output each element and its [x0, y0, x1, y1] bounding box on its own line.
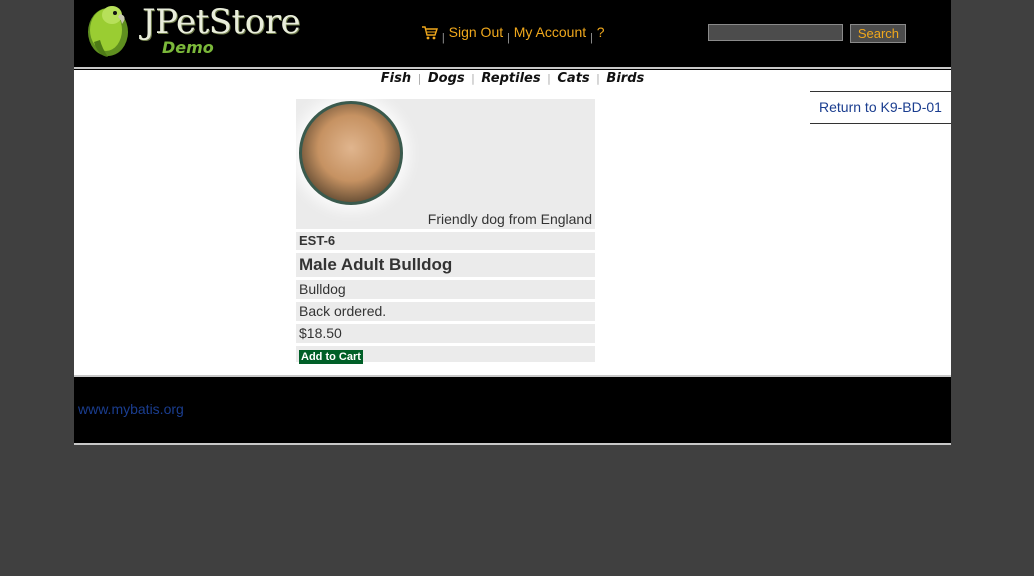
logo-title: JPetStore — [142, 2, 301, 42]
item-name: Male Adult Bulldog — [296, 253, 595, 277]
return-link[interactable]: Return to K9-BD-01 — [819, 99, 942, 115]
quicklink-separator: | — [471, 72, 475, 85]
header: JPetStore Demo | Sign Out | My Account |… — [74, 0, 951, 67]
header-menu: | Sign Out | My Account | ? — [422, 24, 605, 44]
quicklink-reptiles[interactable]: Reptiles — [481, 71, 540, 86]
search-form: Search — [708, 24, 907, 43]
menu-separator: | — [441, 32, 445, 44]
mybatis-link[interactable]: www.mybatis.org — [78, 401, 184, 417]
quicklink-dogs[interactable]: Dogs — [428, 71, 465, 86]
logo-subtitle: Demo — [162, 38, 214, 57]
quicklink-separator: | — [417, 72, 422, 85]
back-link-box: Return to K9-BD-01 — [810, 91, 951, 124]
quicklink-birds[interactable]: Birds — [606, 71, 644, 86]
search-button[interactable]: Search — [850, 24, 907, 43]
item-stock: Back ordered. — [296, 302, 595, 321]
cart-link[interactable] — [422, 24, 442, 40]
quicklink-cats[interactable]: Cats — [557, 71, 589, 86]
quicklink-separator: | — [547, 72, 551, 85]
item-product: Bulldog — [296, 280, 595, 299]
quick-links: Fish | Dogs | Reptiles | Cats | Birds — [74, 71, 951, 86]
parrot-logo-icon — [88, 6, 128, 57]
add-to-cart-button[interactable]: Add to Cart — [299, 350, 363, 364]
quicklink-fish[interactable]: Fish — [381, 71, 411, 86]
page-wrapper: JPetStore Demo | Sign Out | My Account |… — [74, 0, 951, 445]
menu-separator: | — [590, 32, 593, 44]
my-account-link[interactable]: My Account — [514, 24, 586, 40]
add-to-cart-row: Add to Cart — [296, 346, 595, 364]
dog-photo — [299, 101, 403, 205]
item-image-row: Friendly dog from England — [296, 99, 595, 229]
item-price: $18.50 — [296, 324, 595, 343]
search-input[interactable] — [708, 24, 843, 41]
sign-out-link[interactable]: Sign Out — [449, 24, 503, 40]
item-table: Friendly dog from England EST-6 Male Adu… — [296, 99, 595, 365]
menu-separator: | — [507, 32, 510, 44]
content: Fish | Dogs | Reptiles | Cats | Birds Re… — [74, 70, 951, 375]
help-link[interactable]: ? — [597, 24, 605, 40]
item-id: EST-6 — [296, 232, 595, 250]
footer-bottom-divider — [74, 443, 951, 445]
quicklink-separator: | — [596, 72, 600, 85]
logo[interactable]: JPetStore Demo — [82, 2, 301, 60]
footer: www.mybatis.org — [74, 377, 951, 443]
cart-icon — [422, 26, 438, 40]
item-description: Friendly dog from England — [427, 211, 592, 227]
